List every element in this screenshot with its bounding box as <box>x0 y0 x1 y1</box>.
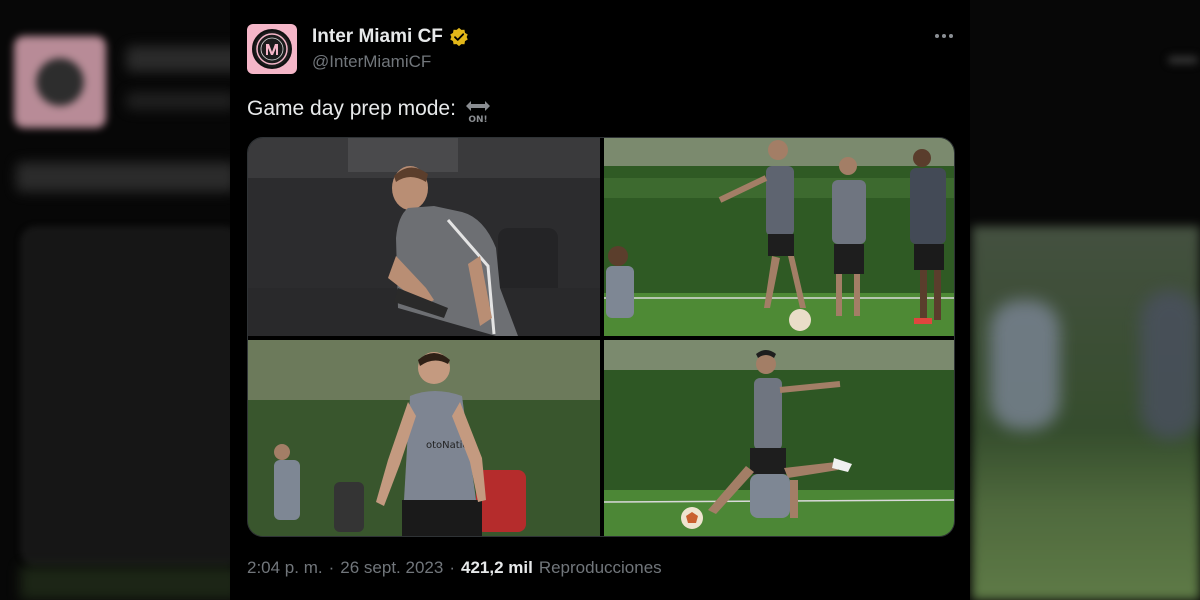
verified-badge-icon <box>449 27 469 47</box>
tweet-text-content: Game day prep mode: <box>247 97 456 120</box>
player-kicking-ball-photo[interactable] <box>604 340 954 536</box>
blurred-figure <box>1140 290 1200 440</box>
players-training-field-photo[interactable] <box>604 138 954 336</box>
player-dribbling-photo[interactable] <box>248 138 600 336</box>
blurred-name <box>126 46 246 72</box>
views-count[interactable]: 421,2 mil <box>461 558 533 578</box>
avatar[interactable] <box>247 24 297 74</box>
blurred-media-left-bottom <box>20 566 240 600</box>
handle[interactable]: @InterMiamiCF <box>312 52 431 72</box>
display-name-text: Inter Miami CF <box>312 26 443 47</box>
player-standing-photo[interactable]: otoNation <box>248 340 600 536</box>
tweet-date[interactable]: 26 sept. 2023 <box>340 558 443 578</box>
blurred-avatar <box>14 36 106 128</box>
media-grid: otoNation <box>247 137 955 537</box>
svg-text:ON!: ON! <box>468 115 487 125</box>
display-name[interactable]: Inter Miami CF <box>312 26 469 48</box>
tweet-card: Inter Miami CF @InterMiamiCF Game day pr… <box>230 0 970 600</box>
blurred-handle <box>126 92 236 110</box>
tweet-time[interactable]: 2:04 p. m. <box>247 558 323 578</box>
blurred-more-icon <box>1168 56 1198 64</box>
more-options-icon[interactable] <box>932 26 956 46</box>
views-label: Reproducciones <box>538 558 662 577</box>
on-arrow-icon: ON! <box>464 97 492 125</box>
blurred-figure <box>990 300 1060 430</box>
blurred-text <box>16 162 236 192</box>
inter-miami-crest-icon <box>252 29 292 69</box>
tweet-meta: 2:04 p. m. · 26 sept. 2023 · 421,2 mil R… <box>247 558 662 578</box>
blurred-media-left <box>20 226 240 566</box>
meta-separator: · <box>328 558 335 577</box>
tweet-text: Game day prep mode: ON! <box>247 95 492 125</box>
meta-separator: · <box>449 558 455 577</box>
